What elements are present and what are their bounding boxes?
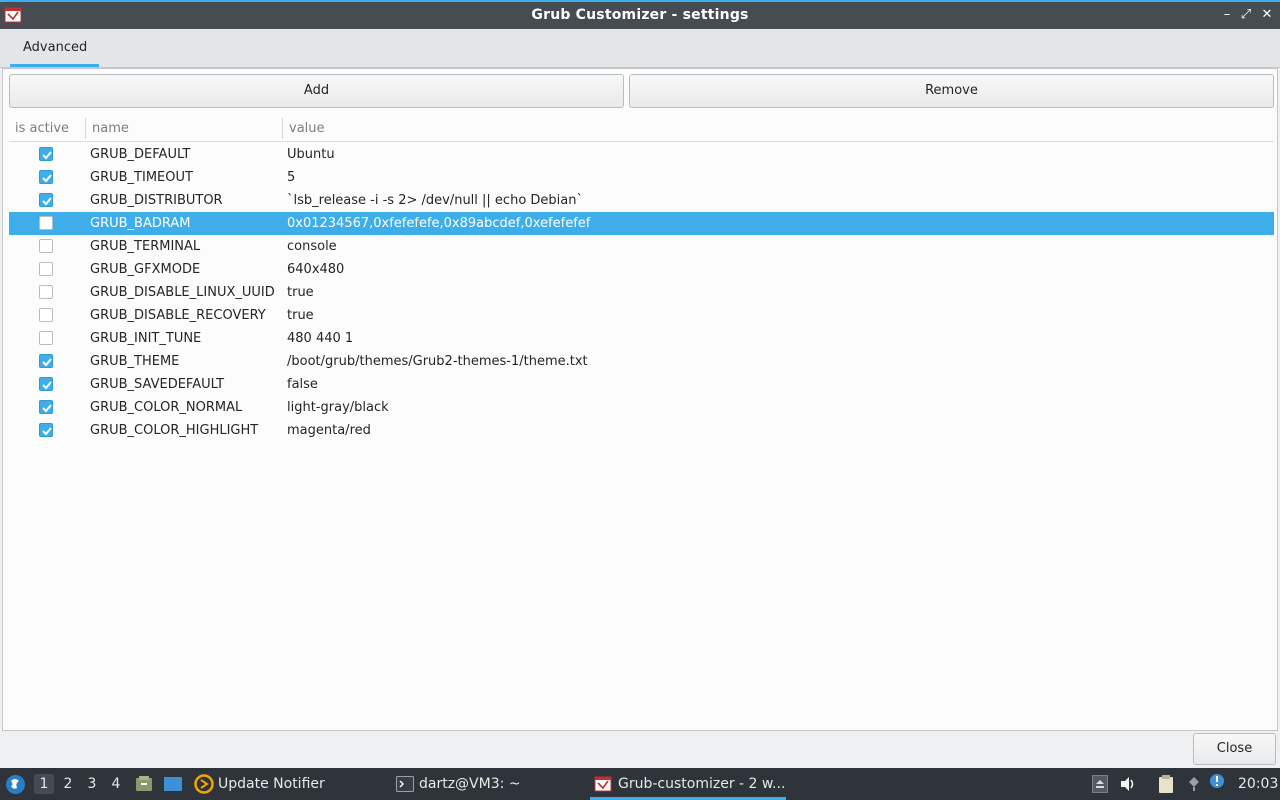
setting-name: GRUB_GFXMODE (90, 262, 201, 277)
desktop-2[interactable]: 2 (58, 774, 78, 794)
grub-customizer-icon (594, 776, 612, 792)
setting-value[interactable]: `lsb_release -i -s 2> /dev/null || echo … (287, 189, 583, 212)
setting-value[interactable]: 5 (287, 166, 295, 189)
checkmark-icon (42, 174, 52, 183)
setting-value[interactable]: true (287, 281, 314, 304)
is-active-checkbox[interactable] (39, 239, 53, 253)
setting-name: GRUB_INIT_TUNE (90, 331, 202, 346)
clock[interactable]: 20:03 (1238, 768, 1278, 800)
setting-value[interactable]: 640x480 (287, 258, 344, 281)
file-manager-icon[interactable] (135, 775, 153, 793)
setting-name: GRUB_DISTRIBUTOR (90, 193, 223, 208)
setting-value[interactable]: magenta/red (287, 419, 371, 442)
table-header: is active name value (9, 116, 1274, 142)
task-label: Grub-customizer - 2 w... (618, 776, 786, 792)
task-label: dartz@VM3: ~ (419, 776, 521, 792)
window-titlebar[interactable]: Grub Customizer - settings – ⤢ ✕ (0, 0, 1280, 29)
terminal-icon (396, 776, 414, 792)
setting-name: GRUB_DEFAULT (90, 147, 191, 162)
table-row[interactable]: GRUB_THEME/boot/grub/themes/Grub2-themes… (9, 350, 1274, 373)
show-desktop-icon[interactable] (163, 775, 183, 793)
add-button[interactable]: Add (9, 74, 624, 108)
is-active-checkbox[interactable] (39, 308, 53, 322)
setting-value[interactable]: true (287, 304, 314, 327)
remove-button[interactable]: Remove (629, 74, 1274, 108)
table-row[interactable]: GRUB_DISABLE_LINUX_UUID true (9, 281, 1274, 304)
checkmark-icon (42, 151, 52, 160)
network-icon[interactable] (1185, 775, 1203, 793)
tab-label: Advanced (23, 40, 88, 55)
eject-icon[interactable] (1092, 775, 1108, 793)
is-active-checkbox[interactable] (39, 147, 53, 161)
table-row[interactable]: GRUB_COLOR_HIGHLIGHT magenta/red (9, 419, 1274, 442)
column-divider[interactable] (282, 118, 283, 139)
setting-name: GRUB_DISABLE_LINUX_UUID (90, 285, 275, 300)
setting-value[interactable]: false (287, 373, 318, 396)
setting-name: GRUB_COLOR_HIGHLIGHT (90, 423, 259, 438)
setting-name: GRUB_BADRAM (90, 216, 191, 231)
is-active-checkbox[interactable] (39, 377, 53, 391)
setting-value[interactable]: console (287, 235, 337, 258)
setting-name: GRUB_SAVEDEFAULT (90, 377, 225, 392)
desktop-3[interactable]: 3 (82, 774, 102, 794)
maximize-button[interactable]: ⤢ (1238, 7, 1254, 23)
column-header-is-active[interactable]: is active (15, 121, 69, 136)
start-menu-icon[interactable] (5, 774, 26, 795)
is-active-checkbox[interactable] (39, 331, 53, 345)
column-divider[interactable] (85, 118, 86, 139)
window-title: Grub Customizer - settings (531, 7, 749, 23)
setting-name: GRUB_DISABLE_RECOVERY (90, 308, 266, 323)
setting-value[interactable]: 480 440 1 (287, 327, 353, 350)
notification-icon[interactable] (1208, 772, 1226, 790)
table-row[interactable]: GRUB_INIT_TUNE 480 440 1 (9, 327, 1274, 350)
table-row[interactable]: GRUB_COLOR_NORMAL light-gray/black (9, 396, 1274, 419)
tab-advanced[interactable]: Advanced (10, 29, 99, 67)
tab-bar: Advanced (0, 29, 1280, 68)
checkmark-icon (42, 358, 52, 367)
checkmark-icon (42, 404, 52, 413)
settings-panel: Add Remove is active name value GRUB_DEF… (2, 68, 1278, 731)
checkmark-icon (42, 427, 52, 436)
column-header-name[interactable]: name (92, 121, 129, 136)
setting-name: GRUB_TIMEOUT (90, 170, 193, 185)
is-active-checkbox[interactable] (39, 170, 53, 184)
is-active-checkbox[interactable] (39, 423, 53, 437)
checkmark-icon (42, 381, 52, 390)
table-row[interactable]: GRUB_TIMEOUT 5 (9, 166, 1274, 189)
close-button[interactable]: Close (1193, 733, 1276, 765)
table-row[interactable]: GRUB_SAVEDEFAULT false (9, 373, 1274, 396)
settings-table-body: GRUB_DEFAULT Ubuntu GRUB_TIMEOUT 5 GRUB_DIST… (9, 143, 1274, 442)
setting-name: GRUB_COLOR_NORMAL (90, 400, 243, 415)
table-row[interactable]: GRUB_DEFAULT Ubuntu (9, 143, 1274, 166)
table-row[interactable]: GRUB_TERMINAL console (9, 235, 1274, 258)
update-notifier-icon (194, 774, 214, 794)
is-active-checkbox[interactable] (39, 354, 53, 368)
table-row[interactable]: GRUB_GFXMODE 640x480 (9, 258, 1274, 281)
setting-name: GRUB_THEME (90, 354, 180, 369)
table-row[interactable]: GRUB_BADRAM 0x01234567,0xfefefefe,0x89abc… (9, 212, 1274, 235)
minimize-button[interactable]: – (1219, 7, 1235, 23)
is-active-checkbox[interactable] (39, 216, 53, 230)
setting-value[interactable]: Ubuntu (287, 143, 335, 166)
task-label: Update Notifier (218, 776, 325, 792)
setting-value[interactable]: /boot/grub/themes/Grub2-themes-1/theme.t… (287, 350, 588, 373)
setting-value[interactable]: light-gray/black (287, 396, 389, 419)
column-header-value[interactable]: value (289, 121, 325, 136)
close-window-button[interactable]: ✕ (1259, 7, 1275, 23)
table-row[interactable]: GRUB_DISTRIBUTOR `lsb_release -i -s 2> /d… (9, 189, 1274, 212)
setting-value[interactable]: 0x01234567,0xfefefefe,0x89abcdef,0xefefe… (287, 212, 590, 235)
table-row[interactable]: GRUB_DISABLE_RECOVERY true (9, 304, 1274, 327)
desktop-1[interactable]: 1 (34, 774, 54, 794)
clipboard-icon[interactable] (1157, 774, 1175, 794)
volume-icon[interactable] (1119, 775, 1137, 793)
is-active-checkbox[interactable] (39, 285, 53, 299)
desktop-4[interactable]: 4 (106, 774, 126, 794)
taskbar: 1234 Update Notifier dartz@VM3: ~ Grub-c… (0, 768, 1280, 800)
is-active-checkbox[interactable] (39, 193, 53, 207)
is-active-checkbox[interactable] (39, 400, 53, 414)
setting-name: GRUB_TERMINAL (90, 239, 201, 254)
checkmark-icon (42, 197, 52, 206)
is-active-checkbox[interactable] (39, 262, 53, 276)
